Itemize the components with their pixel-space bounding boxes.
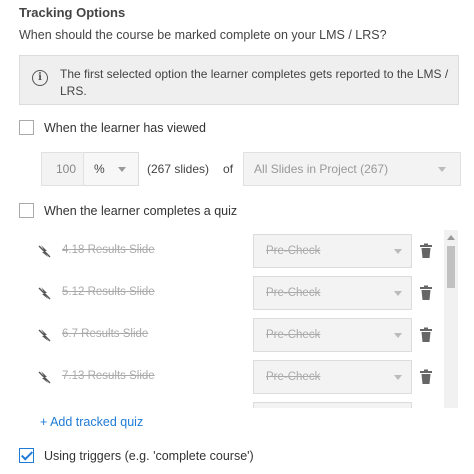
quiz-type-value: Pre-Check xyxy=(266,245,321,257)
quiz-type-select[interactable]: Pre-Check xyxy=(253,318,412,352)
chevron-down-icon xyxy=(118,167,126,172)
triggers-option[interactable]: Using triggers (e.g. 'complete course') xyxy=(19,448,254,463)
quiz-disabled-icon xyxy=(38,371,51,384)
page-title: Tracking Options xyxy=(19,5,126,20)
chevron-down-icon xyxy=(438,167,447,172)
triggers-label: Using triggers (e.g. 'complete course') xyxy=(44,448,254,463)
quiz-type-select[interactable] xyxy=(253,402,412,408)
quiz-type-value: Pre-Check xyxy=(266,371,321,383)
triggers-checkbox[interactable] xyxy=(19,448,34,463)
list-item: 4.18 Results Slide Pre-Check xyxy=(30,234,440,268)
info-banner: i The first selected option the learner … xyxy=(19,55,459,105)
add-tracked-quiz-link[interactable]: + Add tracked quiz xyxy=(40,415,143,429)
quiz-name: 4.18 Results Slide xyxy=(62,244,155,256)
page-subtitle: When should the course be marked complet… xyxy=(19,28,387,42)
chevron-down-icon xyxy=(394,291,402,296)
quiz-type-select[interactable]: Pre-Check xyxy=(253,360,412,394)
info-circle-icon: i xyxy=(32,70,48,86)
chevron-down-icon xyxy=(394,375,402,380)
list-item: 7.13 Results Slide Pre-Check xyxy=(30,360,440,394)
chevron-down-icon xyxy=(394,333,402,338)
quiz-type-select[interactable]: Pre-Check xyxy=(253,234,412,268)
trash-icon[interactable] xyxy=(419,369,433,385)
quiz-option[interactable]: When the learner completes a quiz xyxy=(19,203,237,218)
chevron-down-icon xyxy=(394,249,402,254)
viewed-option[interactable]: When the learner has viewed xyxy=(19,120,206,135)
quiz-disabled-icon xyxy=(38,287,51,300)
viewed-unit-value: % xyxy=(94,162,105,176)
viewed-scope-select[interactable]: All Slides in Project (267) xyxy=(243,152,462,186)
trash-icon[interactable] xyxy=(419,327,433,343)
quiz-type-value: Pre-Check xyxy=(266,287,321,299)
quiz-label: When the learner completes a quiz xyxy=(44,203,238,218)
info-text: The first selected option the learner co… xyxy=(60,67,449,98)
quiz-list-scrollbar[interactable] xyxy=(444,230,458,408)
slides-count: (267 slides) xyxy=(147,162,210,176)
quiz-checkbox[interactable] xyxy=(19,203,34,218)
of-label: of xyxy=(223,162,234,176)
viewed-settings-row: 100 % (267 slides) of All Slides in Proj… xyxy=(41,152,462,186)
quiz-type-value: Pre-Check xyxy=(266,329,321,341)
quiz-disabled-icon xyxy=(38,329,51,342)
viewed-scope-value: All Slides in Project (267) xyxy=(254,162,389,176)
scroll-up-icon[interactable] xyxy=(447,235,455,240)
scroll-thumb[interactable] xyxy=(447,246,455,288)
trash-icon[interactable] xyxy=(419,243,433,259)
viewed-checkbox[interactable] xyxy=(19,120,34,135)
viewed-amount-field[interactable]: 100 xyxy=(41,152,84,186)
list-item: 5.12 Results Slide Pre-Check xyxy=(30,276,440,310)
viewed-unit-select[interactable]: % xyxy=(84,152,139,186)
quiz-name: 5.12 Results Slide xyxy=(62,286,155,298)
tracked-quiz-list: 4.18 Results Slide Pre-Check 5.12 Result… xyxy=(30,230,460,408)
quiz-name: 6.7 Results Slide xyxy=(62,328,149,340)
quiz-type-select[interactable]: Pre-Check xyxy=(253,276,412,310)
trash-icon[interactable] xyxy=(419,285,433,301)
quiz-disabled-icon xyxy=(38,245,51,258)
viewed-label: When the learner has viewed xyxy=(44,120,206,135)
list-item: 6.7 Results Slide Pre-Check xyxy=(30,318,440,352)
quiz-name: 7.13 Results Slide xyxy=(62,370,155,382)
